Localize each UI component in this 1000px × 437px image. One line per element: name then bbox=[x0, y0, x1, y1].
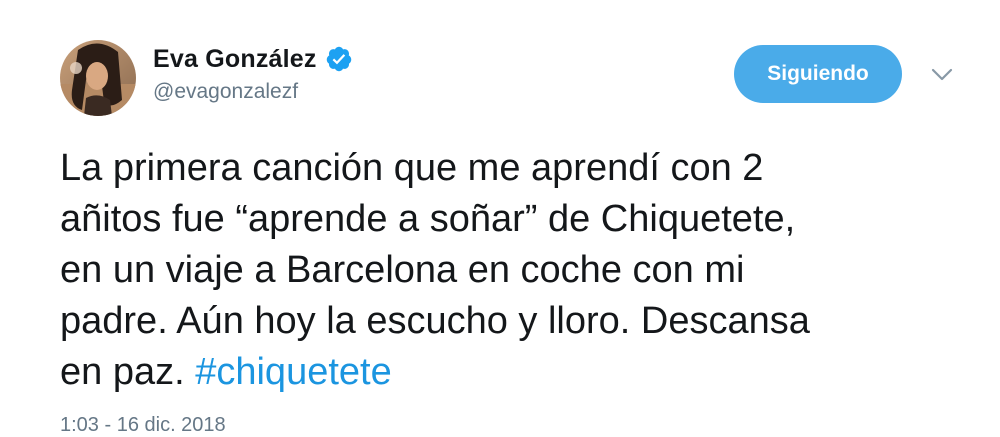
tweet-text-line: padre. Aún hoy la escucho y lloro. Desca… bbox=[60, 300, 810, 342]
chevron-down-icon[interactable] bbox=[930, 66, 954, 84]
profile-photo bbox=[60, 40, 136, 116]
tweet-text-line: en un viaje a Barcelona en coche con mi bbox=[60, 249, 745, 291]
tweet-text-fragment: en paz. bbox=[60, 351, 196, 393]
following-button[interactable]: Siguiendo bbox=[734, 45, 902, 103]
display-name[interactable]: Eva González bbox=[153, 45, 317, 74]
tweet-text-line: La primera canción que me aprendí con 2 bbox=[60, 147, 764, 189]
name-row: Eva González bbox=[153, 42, 353, 76]
tweet-text-line: añitos fue “aprende a soñar” de Chiquete… bbox=[60, 198, 796, 240]
hashtag-link[interactable]: #chiquetete bbox=[195, 351, 392, 393]
avatar[interactable] bbox=[60, 40, 136, 116]
tweet-text: La primera canción que me aprendí con 2 … bbox=[60, 143, 960, 398]
tweet-card: Eva González @evagonzalezf Siguiendo La … bbox=[0, 0, 1000, 436]
verified-badge-icon bbox=[326, 46, 351, 72]
tweet-text-last-line: en paz. #chiquetete bbox=[60, 347, 960, 398]
user-handle[interactable]: @evagonzalezf bbox=[153, 80, 298, 104]
